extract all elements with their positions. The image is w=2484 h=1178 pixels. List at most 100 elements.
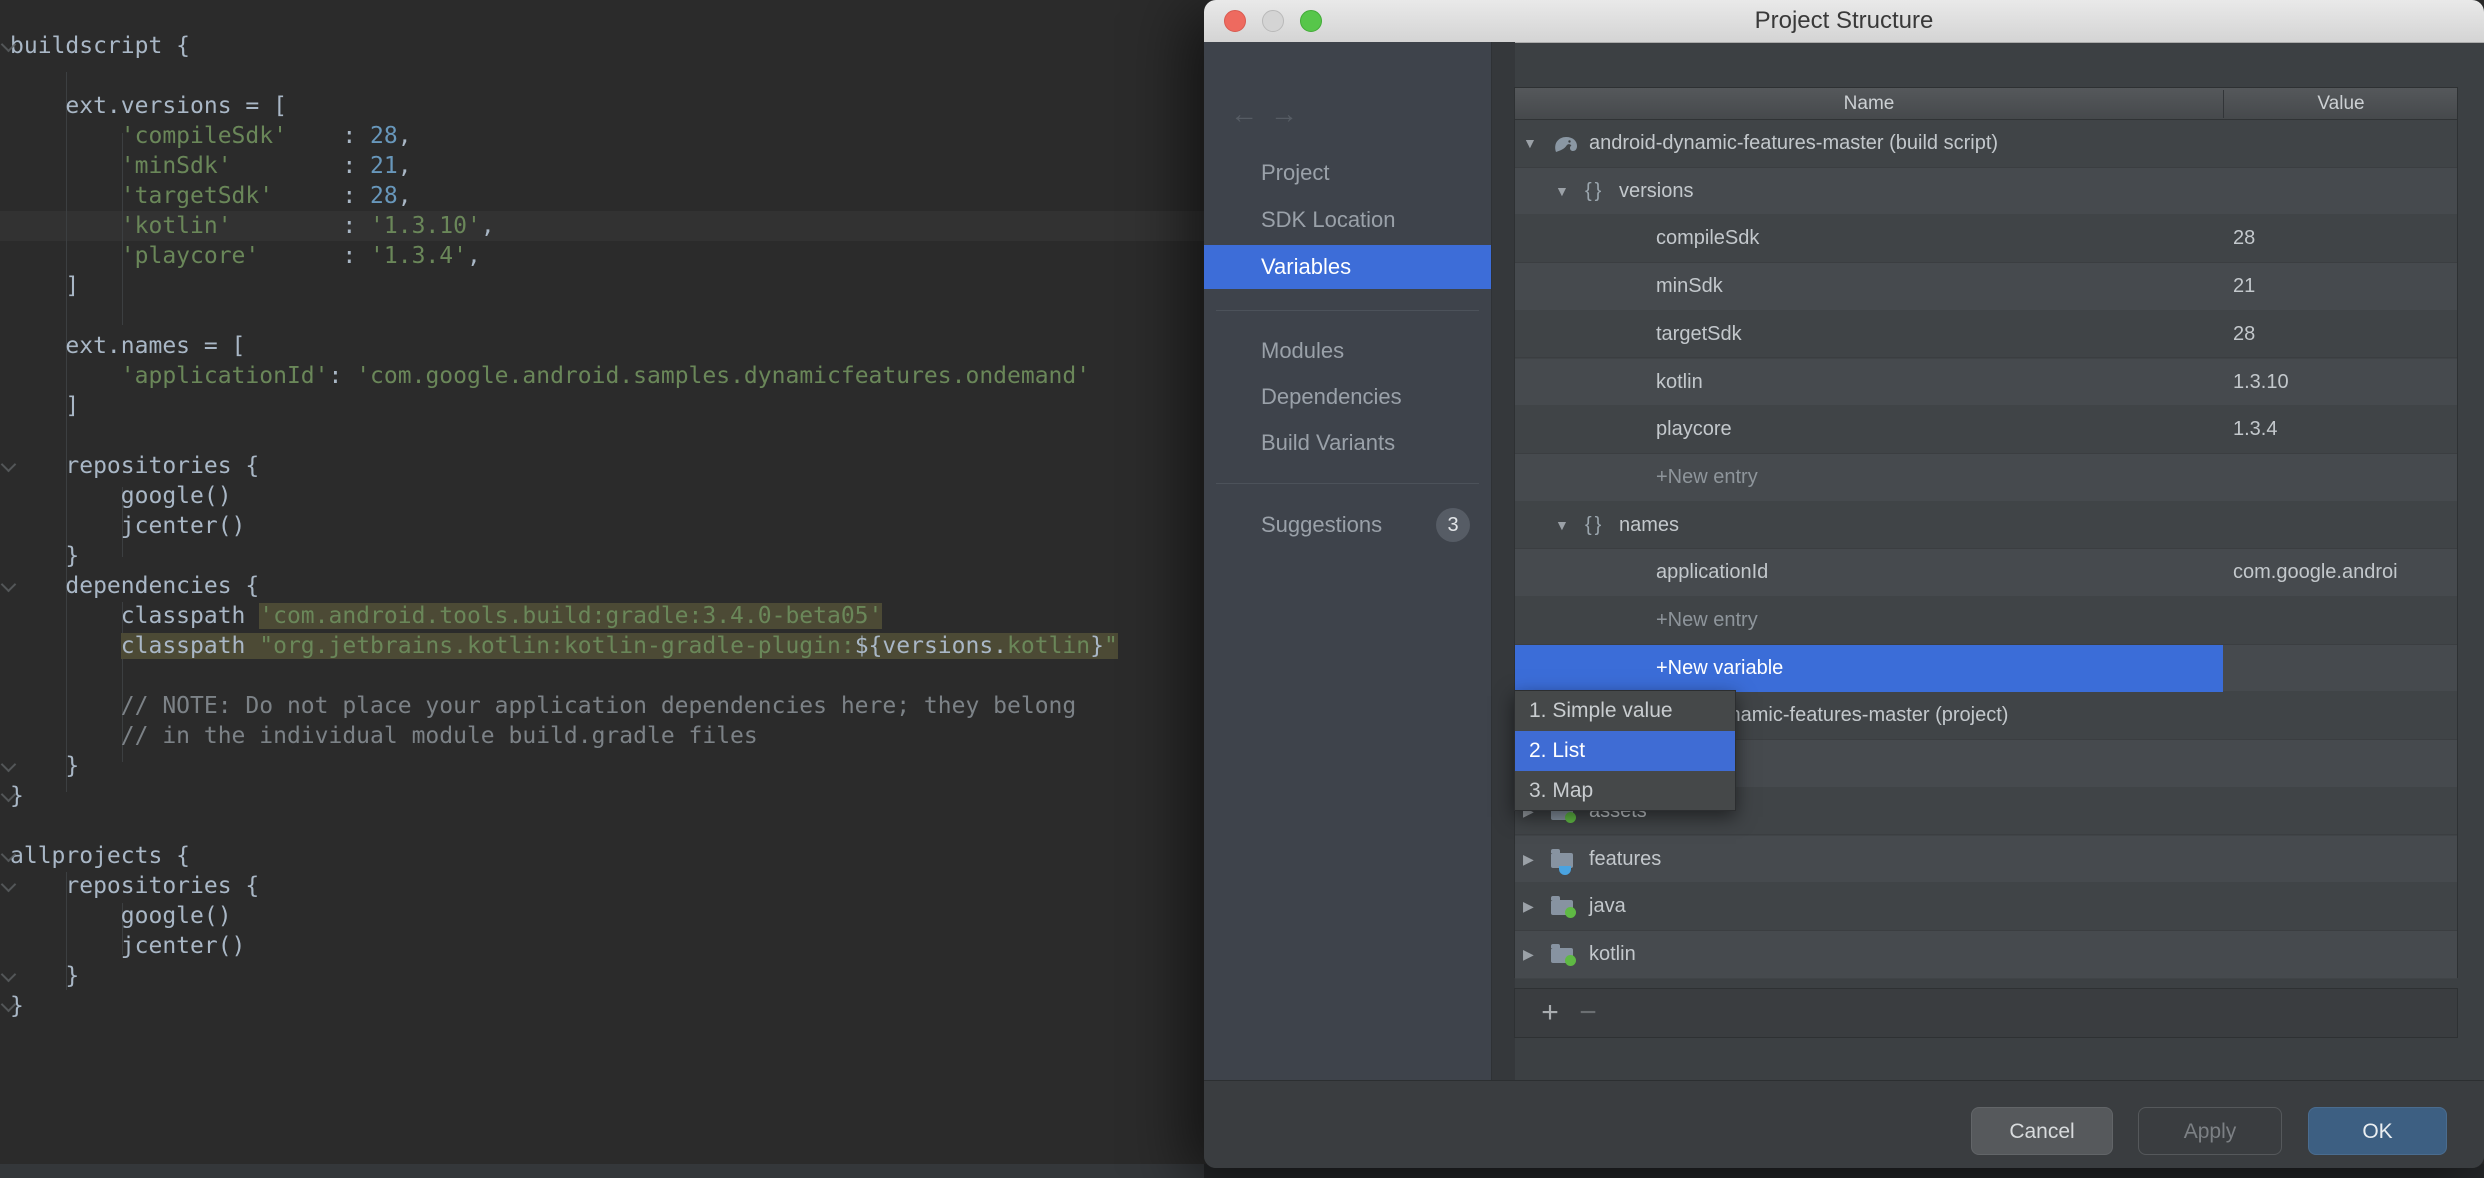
- row-name[interactable]: +New entry: [1656, 454, 1758, 502]
- code-segment: }: [10, 543, 80, 569]
- table-row-playcore[interactable]: playcore 1.3.4: [1515, 406, 2457, 454]
- code-line[interactable]: 'applicationId': 'com.google.android.sam…: [0, 361, 1204, 391]
- row-value[interactable]: 1.3.4: [2233, 406, 2277, 454]
- row-name[interactable]: applicationId: [1656, 549, 1768, 597]
- code-line[interactable]: 'compileSdk' : 28,: [0, 121, 1204, 151]
- back-arrow-icon[interactable]: ←: [1230, 98, 1258, 130]
- code-line[interactable]: classpath 'com.android.tools.build:gradl…: [0, 601, 1204, 631]
- row-value[interactable]: 28: [2233, 311, 2255, 359]
- sidebar-item-sdk-location[interactable]: SDK Location: [1204, 198, 1491, 242]
- code-line[interactable]: }: [0, 541, 1204, 571]
- row-value[interactable]: com.google.androi: [2233, 549, 2398, 597]
- code-line[interactable]: repositories {: [0, 871, 1204, 901]
- code-line[interactable]: [0, 301, 1204, 331]
- chevron-down-icon[interactable]: ▼: [1523, 120, 1537, 168]
- code-line[interactable]: }: [0, 991, 1204, 1021]
- column-header-name[interactable]: Name: [1515, 88, 2223, 120]
- chevron-right-icon[interactable]: ▶: [1523, 836, 1534, 884]
- row-name[interactable]: names: [1619, 502, 1679, 550]
- table-row-versions[interactable]: ▼ {} versions: [1515, 167, 2457, 216]
- chevron-down-icon[interactable]: ▼: [1555, 502, 1569, 550]
- code-line[interactable]: buildscript {: [0, 31, 1204, 61]
- code-line[interactable]: classpath "org.jetbrains.kotlin:kotlin-g…: [0, 631, 1204, 661]
- cancel-button[interactable]: Cancel: [1971, 1107, 2113, 1155]
- row-name[interactable]: playcore: [1656, 406, 1732, 454]
- sidebar-item-build-variants[interactable]: Build Variants: [1204, 421, 1491, 465]
- code-line[interactable]: ext.names = [: [0, 331, 1204, 361]
- table-row-compilesdk[interactable]: compileSdk 28: [1515, 215, 2457, 264]
- code-line[interactable]: ]: [0, 271, 1204, 301]
- table-header[interactable]: Name Value: [1515, 88, 2457, 120]
- code-line[interactable]: google(): [0, 481, 1204, 511]
- code-line[interactable]: [0, 421, 1204, 451]
- chevron-right-icon[interactable]: ▶: [1523, 883, 1534, 931]
- table-row--new-entry[interactable]: +New entry: [1515, 453, 2457, 502]
- code-segment: 28: [370, 183, 398, 209]
- table-row-kotlin[interactable]: ▶ kotlin: [1515, 930, 2457, 979]
- code-line[interactable]: }: [0, 751, 1204, 781]
- column-header-value[interactable]: Value: [2224, 88, 2458, 120]
- code-line[interactable]: jcenter(): [0, 511, 1204, 541]
- row-name[interactable]: android-dynamic-features-master (build s…: [1589, 120, 1998, 168]
- table-row--new-variable[interactable]: +New variable: [1515, 644, 2457, 693]
- forward-arrow-icon[interactable]: →: [1270, 98, 1298, 130]
- code-line[interactable]: // in the individual module build.gradle…: [0, 721, 1204, 751]
- table-row-targetsdk[interactable]: targetSdk 28: [1515, 310, 2457, 359]
- popup-item-list[interactable]: 2. List: [1515, 731, 1735, 771]
- row-name[interactable]: java: [1589, 883, 1626, 931]
- code-line[interactable]: allprojects {: [0, 841, 1204, 871]
- table-row-android-dynamic-features-master-build-script-[interactable]: ▼ android-dynamic-features-master (build …: [1515, 120, 2457, 168]
- ok-button[interactable]: OK: [2308, 1107, 2447, 1155]
- code-segment: google(): [10, 483, 232, 509]
- row-value[interactable]: 21: [2233, 263, 2255, 311]
- code-line[interactable]: 'kotlin' : '1.3.10',: [0, 211, 1204, 241]
- remove-button[interactable]: −: [1571, 989, 1605, 1037]
- code-line[interactable]: 'playcore' : '1.3.4',: [0, 241, 1204, 271]
- row-value[interactable]: 1.3.10: [2233, 359, 2289, 407]
- code-line[interactable]: google(): [0, 901, 1204, 931]
- row-name[interactable]: compileSdk: [1656, 215, 1759, 263]
- code-line[interactable]: [0, 661, 1204, 691]
- code-line[interactable]: }: [0, 961, 1204, 991]
- code-line[interactable]: [0, 61, 1204, 91]
- table-row-names[interactable]: ▼ {} names: [1515, 501, 2457, 550]
- sidebar-item-variables[interactable]: Variables: [1204, 245, 1491, 289]
- table-row-minsdk[interactable]: minSdk 21: [1515, 263, 2457, 311]
- code-line[interactable]: [0, 811, 1204, 841]
- popup-item-simple-value[interactable]: 1. Simple value: [1515, 691, 1735, 731]
- chevron-down-icon[interactable]: ▼: [1555, 168, 1569, 216]
- code-line[interactable]: 'targetSdk' : 28,: [0, 181, 1204, 211]
- new-variable-label[interactable]: +New variable: [1656, 645, 1783, 693]
- code-line[interactable]: }: [0, 781, 1204, 811]
- add-button[interactable]: +: [1533, 989, 1567, 1037]
- table-row-applicationid[interactable]: applicationId com.google.androi: [1515, 549, 2457, 597]
- row-name[interactable]: versions: [1619, 168, 1693, 216]
- popup-item-map[interactable]: 3. Map: [1515, 771, 1735, 811]
- table-row-features[interactable]: ▶ features: [1515, 835, 2457, 884]
- code-editor[interactable]: buildscript { ext.versions = [ 'compileS…: [0, 0, 1204, 1164]
- code-line[interactable]: // NOTE: Do not place your application d…: [0, 691, 1204, 721]
- code-line[interactable]: repositories {: [0, 451, 1204, 481]
- row-name[interactable]: kotlin: [1656, 359, 1703, 407]
- chevron-right-icon[interactable]: ▶: [1523, 931, 1534, 979]
- dialog-titlebar[interactable]: Project Structure: [1204, 0, 2484, 43]
- code-line[interactable]: ext.versions = [: [0, 91, 1204, 121]
- table-row-kotlin[interactable]: kotlin 1.3.10: [1515, 358, 2457, 407]
- sidebar-item-dependencies[interactable]: Dependencies: [1204, 375, 1491, 419]
- row-name[interactable]: features: [1589, 836, 1661, 884]
- new-variable-selected-band[interactable]: [1515, 644, 2223, 693]
- row-name[interactable]: +New entry: [1656, 597, 1758, 645]
- table-row--new-entry[interactable]: +New entry: [1515, 597, 2457, 645]
- table-row-java[interactable]: ▶ java: [1515, 883, 2457, 931]
- row-name[interactable]: targetSdk: [1656, 311, 1742, 359]
- row-name[interactable]: minSdk: [1656, 263, 1723, 311]
- row-name[interactable]: kotlin: [1589, 931, 1636, 979]
- code-line[interactable]: dependencies {: [0, 571, 1204, 601]
- code-line[interactable]: 'minSdk' : 21,: [0, 151, 1204, 181]
- code-line[interactable]: jcenter(): [0, 931, 1204, 961]
- sidebar-item-modules[interactable]: Modules: [1204, 329, 1491, 373]
- code-line[interactable]: ]: [0, 391, 1204, 421]
- row-value[interactable]: 28: [2233, 215, 2255, 263]
- column-separator[interactable]: [2223, 90, 2224, 118]
- sidebar-item-project[interactable]: Project: [1204, 151, 1491, 195]
